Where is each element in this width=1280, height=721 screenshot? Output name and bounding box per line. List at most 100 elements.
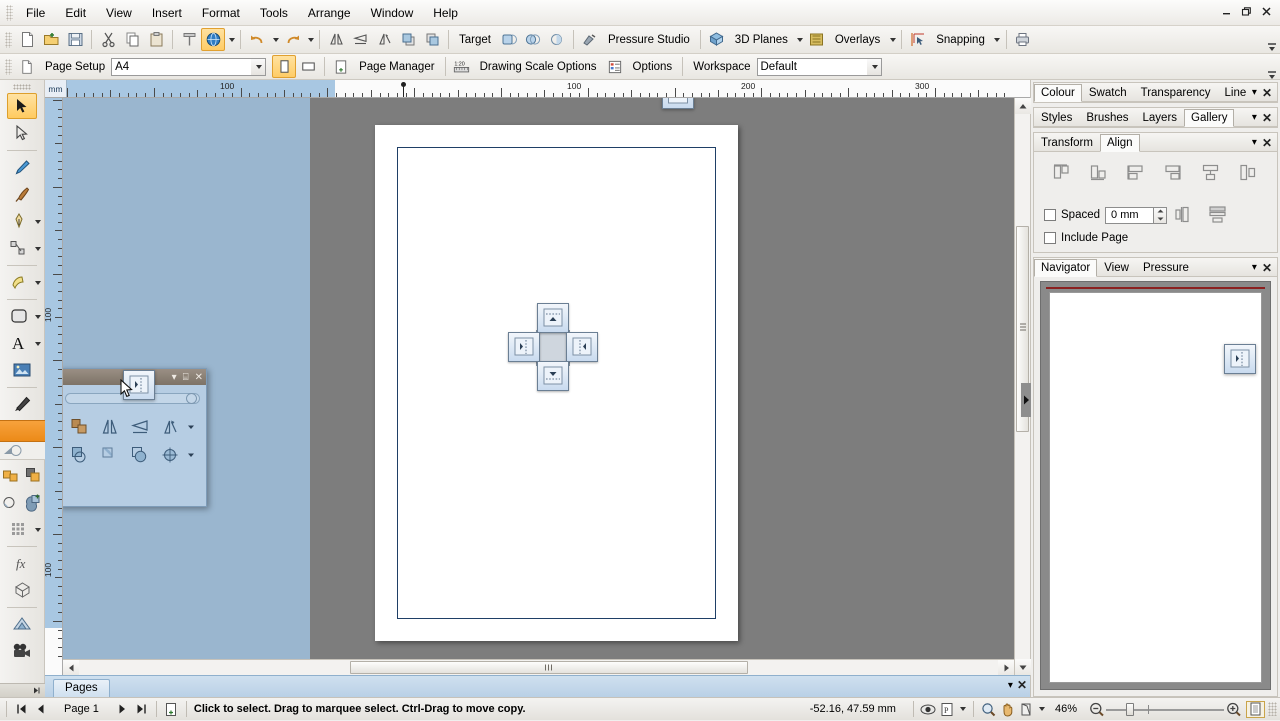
pan-hand-icon[interactable] bbox=[998, 701, 1017, 718]
page-setup-button[interactable]: Page Setup bbox=[39, 58, 111, 76]
photo-frame-tool[interactable] bbox=[7, 357, 37, 383]
dock-top-indicator[interactable] bbox=[662, 98, 694, 109]
page-size-dropdown-arrow[interactable] bbox=[251, 57, 267, 76]
text-tool-flyout[interactable] bbox=[34, 341, 41, 346]
animation-tool[interactable] bbox=[7, 638, 37, 664]
tab-gallery[interactable]: Gallery bbox=[1184, 108, 1235, 127]
align-bottom-edges-button[interactable] bbox=[1085, 160, 1113, 186]
selector-tool[interactable] bbox=[7, 93, 37, 119]
drawing-scale-icon[interactable]: 1:20 bbox=[450, 55, 474, 78]
rotate-view-icon[interactable] bbox=[1017, 701, 1036, 718]
include-page-checkbox[interactable] bbox=[1044, 232, 1056, 244]
undo-dropdown[interactable] bbox=[269, 28, 280, 51]
zoom-in-icon[interactable] bbox=[1224, 701, 1243, 718]
shape-editor-flyout[interactable] bbox=[34, 246, 41, 251]
navigator-gallery-close-icon[interactable]: ✕ bbox=[1262, 262, 1272, 274]
toolbox-expand-button[interactable] bbox=[0, 683, 45, 697]
tab-swatch[interactable]: Swatch bbox=[1082, 84, 1134, 102]
magnifier-icon[interactable] bbox=[979, 701, 998, 718]
subtract-shapes-icon[interactable] bbox=[125, 441, 155, 469]
previous-page-icon[interactable] bbox=[31, 701, 50, 718]
rectangle-tool[interactable] bbox=[4, 303, 34, 329]
styles-gallery-close-icon[interactable]: ✕ bbox=[1262, 112, 1272, 124]
photo-tool[interactable] bbox=[7, 120, 37, 146]
docking-compass[interactable] bbox=[508, 303, 598, 393]
target-button[interactable]: Target bbox=[453, 31, 497, 49]
page-manager-icon[interactable] bbox=[329, 55, 353, 78]
format-painter-icon[interactable] bbox=[177, 28, 201, 51]
snapping-dropdown[interactable] bbox=[991, 28, 1002, 51]
workspace-dropdown-arrow[interactable] bbox=[866, 57, 882, 76]
page-preview-dropdown[interactable] bbox=[957, 698, 968, 721]
zoom-out-icon[interactable] bbox=[1087, 701, 1106, 718]
ruler-unit-label[interactable]: mm bbox=[45, 80, 67, 97]
undo-icon[interactable] bbox=[245, 28, 269, 51]
tab-transparency[interactable]: Transparency bbox=[1134, 84, 1218, 102]
text-tool[interactable]: A bbox=[4, 330, 34, 356]
add-page-icon[interactable] bbox=[162, 701, 181, 718]
menubar-grip[interactable] bbox=[6, 4, 13, 21]
spacing-stepper-buttons[interactable] bbox=[1153, 206, 1168, 224]
align-top-edges-button[interactable] bbox=[1048, 160, 1076, 186]
align-centre-vertically-button[interactable] bbox=[1235, 160, 1263, 186]
flip-vertical-icon[interactable] bbox=[348, 28, 372, 51]
live-effects-tool[interactable]: fx bbox=[7, 550, 37, 576]
workspace-value[interactable]: Default bbox=[756, 57, 867, 76]
bevel-tool[interactable] bbox=[22, 489, 44, 515]
tab-navigator[interactable]: Navigator bbox=[1034, 258, 1098, 277]
vscroll-up-button[interactable] bbox=[1015, 98, 1031, 114]
web-globe-dropdown[interactable] bbox=[225, 28, 236, 51]
tab-layers[interactable]: Layers bbox=[1136, 109, 1185, 127]
align-gallery-menu-icon[interactable]: ▾ bbox=[1252, 137, 1257, 148]
pen-tool[interactable] bbox=[4, 208, 34, 234]
spacing-increment[interactable] bbox=[1154, 208, 1166, 216]
menu-format[interactable]: Format bbox=[192, 2, 250, 24]
tab-line[interactable]: Line bbox=[1218, 84, 1254, 102]
dock-drag-indicator[interactable] bbox=[123, 370, 155, 400]
main-toolbar-grip[interactable] bbox=[5, 31, 12, 48]
page-preview-icon[interactable]: P bbox=[938, 701, 957, 718]
page-indicator[interactable]: Page 1 bbox=[50, 703, 113, 715]
snapping-button[interactable]: Snapping bbox=[930, 31, 991, 49]
slice-shapes-icon[interactable] bbox=[155, 441, 185, 469]
close-button[interactable] bbox=[1257, 2, 1276, 21]
rotate-shapes-flyout[interactable] bbox=[185, 413, 196, 441]
colour-picker-tool[interactable] bbox=[7, 391, 37, 417]
floating-toolbar-close-icon[interactable]: ✕ bbox=[195, 372, 203, 383]
freehand-tool[interactable] bbox=[7, 154, 37, 180]
vertical-ruler[interactable]: 100 100 bbox=[45, 98, 63, 675]
rotate-icon[interactable] bbox=[372, 28, 396, 51]
overlays-dropdown[interactable] bbox=[886, 28, 897, 51]
shadow-tool[interactable] bbox=[0, 489, 22, 515]
zoom-slider[interactable] bbox=[1106, 702, 1224, 717]
spacing-decrement[interactable] bbox=[1154, 215, 1166, 223]
dock-up-indicator[interactable] bbox=[537, 303, 569, 333]
transparency-slider[interactable] bbox=[0, 442, 45, 460]
save-document-icon[interactable] bbox=[63, 28, 87, 51]
last-page-icon[interactable] bbox=[132, 701, 151, 718]
web-globe-icon[interactable] bbox=[201, 28, 225, 51]
menu-window[interactable]: Window bbox=[361, 2, 424, 24]
overlays-button[interactable]: Overlays bbox=[829, 31, 886, 49]
dock-left-indicator[interactable] bbox=[508, 332, 540, 362]
pages-strip-close-icon[interactable]: ✕ bbox=[1017, 679, 1027, 691]
combine-shapes-icon[interactable] bbox=[65, 413, 95, 441]
main-toolbar-overflow[interactable] bbox=[1266, 29, 1277, 51]
blend-tool[interactable] bbox=[4, 269, 34, 295]
align-right-edges-button[interactable] bbox=[1160, 160, 1188, 186]
new-document-icon[interactable] bbox=[15, 28, 39, 51]
distribute-horizontally-button[interactable] bbox=[1172, 202, 1200, 228]
3d-planes-icon[interactable] bbox=[705, 28, 729, 51]
pen-tool-flyout[interactable] bbox=[34, 219, 41, 224]
3d-planes-dropdown[interactable] bbox=[794, 28, 805, 51]
zoom-slider-thumb[interactable] bbox=[1126, 702, 1134, 716]
target-circle-icon[interactable] bbox=[521, 28, 545, 51]
hscroll-left-button[interactable] bbox=[63, 660, 79, 676]
navigator-gallery-menu-icon[interactable]: ▾ bbox=[1252, 262, 1257, 273]
options-icon[interactable] bbox=[603, 55, 627, 78]
workspace-combo[interactable]: Default bbox=[756, 57, 882, 76]
grid-tool[interactable] bbox=[4, 516, 34, 542]
bring-forward-icon[interactable] bbox=[396, 28, 420, 51]
tab-colour[interactable]: Colour bbox=[1034, 83, 1082, 102]
transparency-tool[interactable] bbox=[22, 462, 44, 488]
